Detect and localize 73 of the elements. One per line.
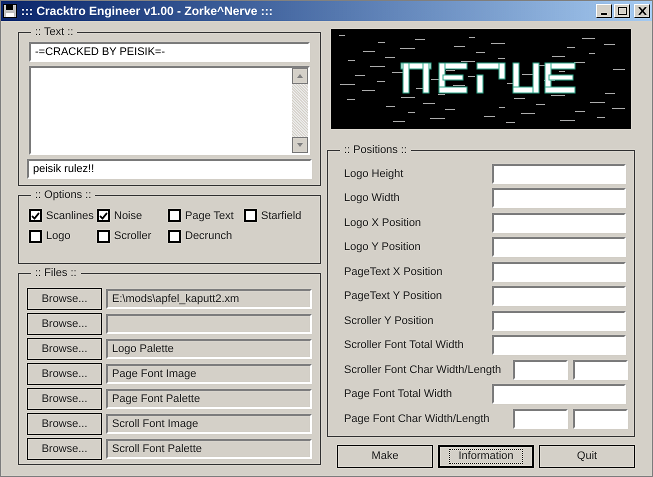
push-button[interactable]: Browse... xyxy=(27,363,102,385)
width-field[interactable] xyxy=(513,408,568,429)
push-button[interactable]: Browse... xyxy=(27,313,102,335)
checkbox-box[interactable] xyxy=(97,209,110,222)
close-button[interactable] xyxy=(634,4,650,18)
check-icon xyxy=(99,212,108,220)
option-checkbox[interactable]: Logo xyxy=(29,228,97,244)
group-title: :: Positions :: xyxy=(343,143,408,158)
checkbox-box[interactable] xyxy=(29,230,42,243)
position-field[interactable] xyxy=(492,262,626,282)
checkbox-box[interactable] xyxy=(168,230,181,243)
option-checkbox[interactable]: Noise xyxy=(97,208,168,224)
push-button[interactable]: Browse... xyxy=(27,413,102,435)
position-field[interactable] xyxy=(492,188,626,208)
header-text-field[interactable]: -=CRACKED BY PEISIK=- xyxy=(29,42,310,62)
check-icon xyxy=(31,212,40,220)
scrollbar[interactable] xyxy=(292,68,308,152)
close-icon xyxy=(638,7,646,15)
length-field[interactable] xyxy=(573,408,628,429)
width-field[interactable] xyxy=(513,360,568,380)
minimize-button[interactable] xyxy=(596,4,612,18)
field-label: Logo Y Position xyxy=(344,240,422,255)
checkbox-box[interactable] xyxy=(168,209,181,222)
scroll-up-icon[interactable] xyxy=(292,68,308,84)
file-path-field[interactable]: Scroll Font Palette xyxy=(106,439,312,459)
field-label: Logo Width xyxy=(344,191,401,206)
option-checkbox[interactable]: Starfield xyxy=(244,208,312,224)
option-checkbox[interactable]: Scroller xyxy=(97,228,168,244)
field-label: Page Font Char Width/Length xyxy=(344,412,491,426)
file-path-field[interactable] xyxy=(106,314,312,334)
option-checkbox[interactable]: Decrunch xyxy=(168,228,244,244)
position-field[interactable] xyxy=(492,335,626,356)
push-button[interactable]: Browse... xyxy=(27,338,102,360)
push-button[interactable]: Make xyxy=(337,445,433,468)
position-field[interactable] xyxy=(492,384,626,404)
field-label: PageText Y Position xyxy=(344,289,444,304)
checkbox-box[interactable] xyxy=(29,209,42,222)
push-button[interactable]: Browse... xyxy=(27,388,102,410)
scroll-down-icon[interactable] xyxy=(292,136,308,152)
field-label: Scroller Font Total Width xyxy=(344,338,465,353)
position-field[interactable] xyxy=(492,212,626,233)
option-checkbox[interactable]: Page Text xyxy=(168,208,244,224)
push-button[interactable]: Information xyxy=(438,445,534,468)
checkbox-box[interactable] xyxy=(244,209,257,222)
length-field[interactable] xyxy=(573,360,628,380)
group-title: :: Options :: xyxy=(34,188,92,203)
field-label: Page Font Total Width xyxy=(344,387,454,402)
window-title: ::: Cracktro Engineer v1.00 - Zorke^Nerve ::: xyxy=(21,3,273,20)
field-label: Scroller Y Position xyxy=(344,314,434,328)
push-button[interactable]: Browse... xyxy=(27,288,102,310)
field-label: Scroller Font Char Width/Length xyxy=(344,362,502,378)
push-button[interactable]: Browse... xyxy=(27,438,102,460)
position-field[interactable] xyxy=(492,310,626,331)
position-field[interactable] xyxy=(492,286,626,306)
file-path-field[interactable]: Page Font Image xyxy=(106,364,312,384)
maximize-button[interactable] xyxy=(614,4,630,18)
field-label: Logo Height xyxy=(344,166,404,182)
checkbox-box[interactable] xyxy=(97,230,110,243)
body-text-area[interactable] xyxy=(29,66,310,154)
file-path-field[interactable]: E:\mods\apfel_kaputt2.xm xyxy=(106,289,312,309)
group-title: :: Text :: xyxy=(34,25,74,40)
push-button[interactable]: Quit xyxy=(539,445,635,468)
file-path-field[interactable]: Page Font Palette xyxy=(106,389,312,409)
position-field[interactable] xyxy=(492,164,626,184)
file-path-field[interactable]: Scroll Font Image xyxy=(106,414,312,434)
position-field[interactable] xyxy=(492,237,626,258)
field-label: PageText X Position xyxy=(344,264,444,280)
option-checkbox[interactable]: Scanlines xyxy=(29,208,97,224)
field-label: Logo X Position xyxy=(344,216,422,230)
file-path-field[interactable]: Logo Palette xyxy=(106,339,312,359)
group-title: :: Files :: xyxy=(34,266,78,281)
footer-text-field[interactable]: peisik rulez!! xyxy=(27,158,312,178)
maximize-icon xyxy=(618,7,626,15)
